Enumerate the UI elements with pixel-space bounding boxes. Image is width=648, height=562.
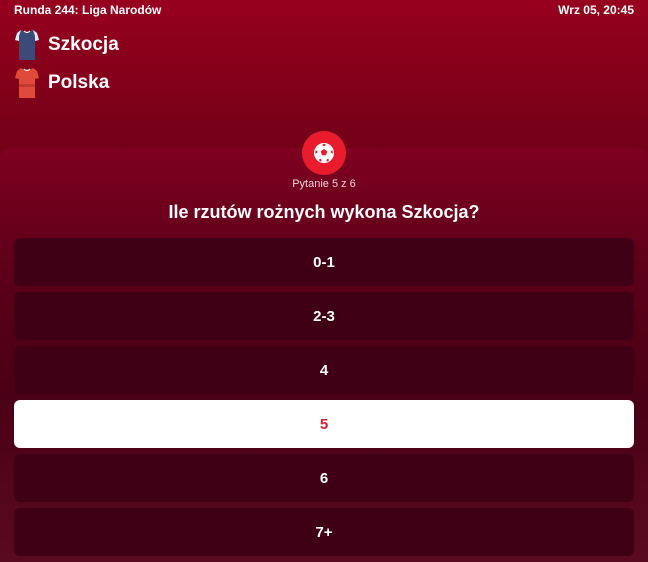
answer-option[interactable]: 7+ (14, 508, 634, 556)
answer-option[interactable]: 6 (14, 454, 634, 502)
match-header: Runda 244: Liga Narodów Wrz 05, 20:45 Sz… (0, 0, 648, 120)
answer-option-selected[interactable]: 5 (14, 400, 634, 448)
answer-option[interactable]: 2-3 (14, 292, 634, 340)
soccer-ball-badge (302, 131, 346, 175)
soccer-ball-icon (314, 143, 334, 163)
team-away: Polska (14, 66, 109, 100)
question-progress: Pytanie 5 z 6 (292, 178, 356, 190)
team-home: Szkocja (14, 28, 119, 62)
answer-option[interactable]: 4 (14, 346, 634, 394)
answer-options: 0-1 2-3 4 5 6 7+ (14, 238, 634, 562)
team-name-home: Szkocja (48, 34, 119, 55)
answer-option[interactable]: 0-1 (14, 238, 634, 286)
jersey-icon (15, 68, 39, 98)
round-label: Runda 244: Liga Narodów (14, 3, 162, 17)
team-name-away: Polska (48, 72, 110, 93)
jersey-icon (15, 30, 39, 60)
match-time: Wrz 05, 20:45 (558, 3, 634, 17)
question-text: Ile rzutów rożnych wykona Szkocja? (168, 202, 480, 222)
